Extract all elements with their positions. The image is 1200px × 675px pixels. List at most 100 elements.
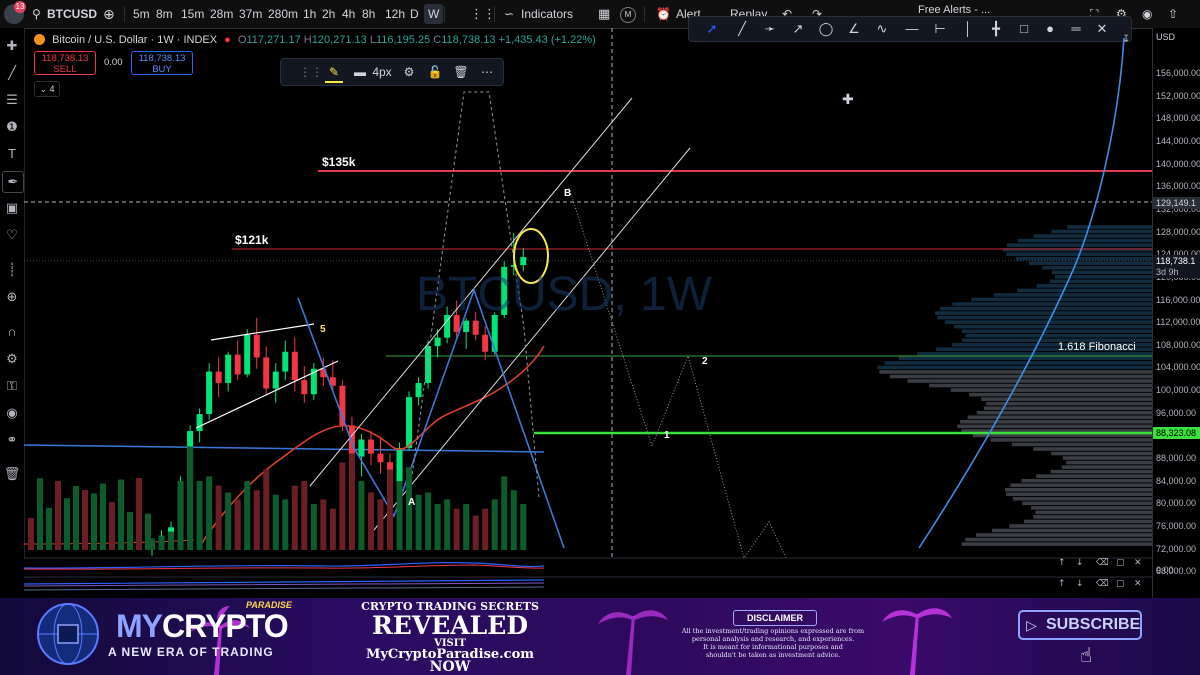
compare-add-icon[interactable]: ⊕ xyxy=(103,0,115,28)
candle-body xyxy=(244,334,251,375)
layout-grid-icon[interactable]: ▦ xyxy=(598,0,610,28)
text-tool-icon[interactable]: T xyxy=(2,144,22,164)
publish-icon[interactable]: ⇧ xyxy=(1168,0,1178,28)
fib-tool-icon[interactable]: ☰ xyxy=(2,90,22,110)
more-options-icon[interactable]: ⋯ xyxy=(479,63,495,81)
spread-value: 0.00 xyxy=(104,57,123,68)
pattern-tool-icon[interactable]: ❶ xyxy=(2,117,22,137)
delete-icon[interactable]: 🗑 xyxy=(453,63,469,81)
candle-body xyxy=(482,334,489,352)
volume-bar xyxy=(55,480,61,550)
crosshair-cursor-icon: ✚ xyxy=(842,92,854,108)
subscribe-button[interactable]: ▷ SUBSCRIBE xyxy=(1018,610,1142,640)
zoom-icon[interactable]: ⊕ xyxy=(2,287,22,307)
pane2-maximize-icon[interactable]: ▢ xyxy=(1116,579,1125,589)
lock-icon[interactable]: ⚿ xyxy=(2,376,22,396)
pane-close-icon[interactable]: ✕ xyxy=(1134,558,1142,568)
interval-2h[interactable]: 2h xyxy=(322,0,335,28)
volume-profile-bar xyxy=(1051,451,1152,456)
candle-body xyxy=(291,351,298,381)
line-style-toolbar: ⋮⋮ ✎ ▬ 4px ⚙ 🔓 🗑 ⋯ xyxy=(280,58,504,86)
price-axis[interactable]: 156,000.00 152,000.00 148,000.00 144,000.00… xyxy=(1152,28,1200,598)
wave-5-label: 5 xyxy=(320,324,326,335)
lock-drawing-icon[interactable]: ⚙ xyxy=(2,349,22,369)
pane2-up-icon[interactable]: ↑ xyxy=(1058,579,1066,589)
image-tool-icon[interactable]: ▣ xyxy=(2,198,22,218)
volume-profile-bar xyxy=(877,365,1152,370)
pane-up-icon[interactable]: ↑ xyxy=(1058,558,1066,568)
crosshair-icon[interactable]: ✚ xyxy=(2,36,22,56)
candle-body xyxy=(272,371,279,389)
price-tick: 96,000.00 xyxy=(1156,407,1197,418)
indicators-icon[interactable]: ∽ xyxy=(504,0,514,28)
link-icon[interactable]: ⚭ xyxy=(2,430,22,450)
indicators-button[interactable]: Indicators xyxy=(521,0,573,28)
candle-style-icon[interactable]: ⋮⋮ xyxy=(470,0,496,28)
line-width-label[interactable]: 4px xyxy=(371,63,393,81)
interval-W[interactable]: W xyxy=(424,4,444,24)
pencil-color-icon[interactable]: ✎ xyxy=(325,63,343,83)
candle-body xyxy=(358,439,365,457)
scroll-down-icon[interactable]: ↧ xyxy=(1122,34,1130,45)
candle-body xyxy=(225,354,232,383)
bitcoin-logo-icon xyxy=(34,34,45,45)
buy-button[interactable]: 118,738.13 BUY xyxy=(131,51,193,75)
drag-handle-icon[interactable]: ⋮⋮ xyxy=(299,63,323,81)
interval-37m[interactable]: 37m xyxy=(239,0,262,28)
sell-label: SELL xyxy=(53,64,77,75)
magnet-icon[interactable]: ∩ xyxy=(2,322,22,342)
camera-icon[interactable]: ◉ xyxy=(1142,0,1152,28)
pane-maximize-icon[interactable]: ▢ xyxy=(1116,558,1125,568)
volume-bar xyxy=(91,493,97,550)
interval-1h[interactable]: 1h xyxy=(303,0,316,28)
alert-clock-icon[interactable]: ⏰ xyxy=(656,0,671,28)
level-121k-label: $121k xyxy=(235,233,269,247)
interval-4h[interactable]: 4h xyxy=(342,0,355,28)
brush-tool-icon[interactable]: ✒ xyxy=(2,171,24,193)
pane2-close-icon[interactable]: ✕ xyxy=(1134,579,1142,589)
volume-profile-bar xyxy=(994,293,1152,297)
ruler-icon[interactable]: ┊ xyxy=(2,260,22,280)
interval-8h[interactable]: 8h xyxy=(362,0,375,28)
pane2-delete-icon[interactable]: ⌫ xyxy=(1095,579,1109,589)
interval-8m[interactable]: 8m xyxy=(156,0,173,28)
candle-body xyxy=(206,371,213,415)
interval-28m[interactable]: 28m xyxy=(210,0,233,28)
interval-15m[interactable]: 15m xyxy=(181,0,204,28)
sell-button[interactable]: 118,738.13 SELL xyxy=(34,51,96,75)
settings-icon[interactable]: ⚙ xyxy=(401,63,417,81)
interval-280m[interactable]: 280m xyxy=(268,0,298,28)
pane2-down-icon[interactable]: ↓ xyxy=(1076,579,1084,589)
pane-delete-icon[interactable]: ⌫ xyxy=(1095,558,1109,568)
search-icon[interactable]: ⚲ xyxy=(32,0,41,28)
symbol-name[interactable]: BTCUSD xyxy=(47,0,97,28)
trend-line-tool-icon[interactable]: ╱ xyxy=(2,63,22,83)
line-thickness-icon[interactable]: ▬ xyxy=(353,63,367,81)
interval-D[interactable]: D xyxy=(410,0,419,28)
oscillator-pane-2[interactable] xyxy=(24,578,1152,598)
pane-down-icon[interactable]: ↓ xyxy=(1076,558,1084,568)
m-badge[interactable]: M xyxy=(620,7,636,23)
favorite-heart-icon[interactable]: ♡ xyxy=(2,225,22,245)
volume-profile-bar xyxy=(1011,442,1152,447)
volume-profile-bar xyxy=(1049,279,1152,284)
price-tick: 108,000.00 xyxy=(1156,339,1200,350)
legend-title[interactable]: Bitcoin / U.S. Dollar · 1W · INDEX xyxy=(52,34,217,46)
lock-icon[interactable]: 🔓 xyxy=(427,63,443,81)
eye-icon[interactable]: ◉ xyxy=(2,403,22,423)
candle-body xyxy=(367,439,374,454)
chart-area[interactable]: $135k $121k 1.618 Fibonacci 5 A B 1 2 BT… xyxy=(24,28,1152,598)
volume-bar xyxy=(329,508,336,550)
trash-icon[interactable]: 🗑 xyxy=(2,464,22,484)
disclaimer-line-2: personal analysis and research, and expe… xyxy=(691,635,855,643)
volume-bar xyxy=(206,476,213,550)
candle-body xyxy=(263,357,270,389)
interval-5m[interactable]: 5m xyxy=(133,0,150,28)
volume-bar xyxy=(127,512,133,550)
candle-body xyxy=(282,351,289,372)
indicators-collapse-button[interactable]: ⌄ 4 xyxy=(34,81,60,97)
currency-label[interactable]: USD xyxy=(1152,32,1200,46)
interval-12h[interactable]: 12h xyxy=(385,0,405,28)
price-tick: 76,000.00 xyxy=(1156,521,1197,531)
price-tick: 152,000.00 xyxy=(1156,90,1200,101)
